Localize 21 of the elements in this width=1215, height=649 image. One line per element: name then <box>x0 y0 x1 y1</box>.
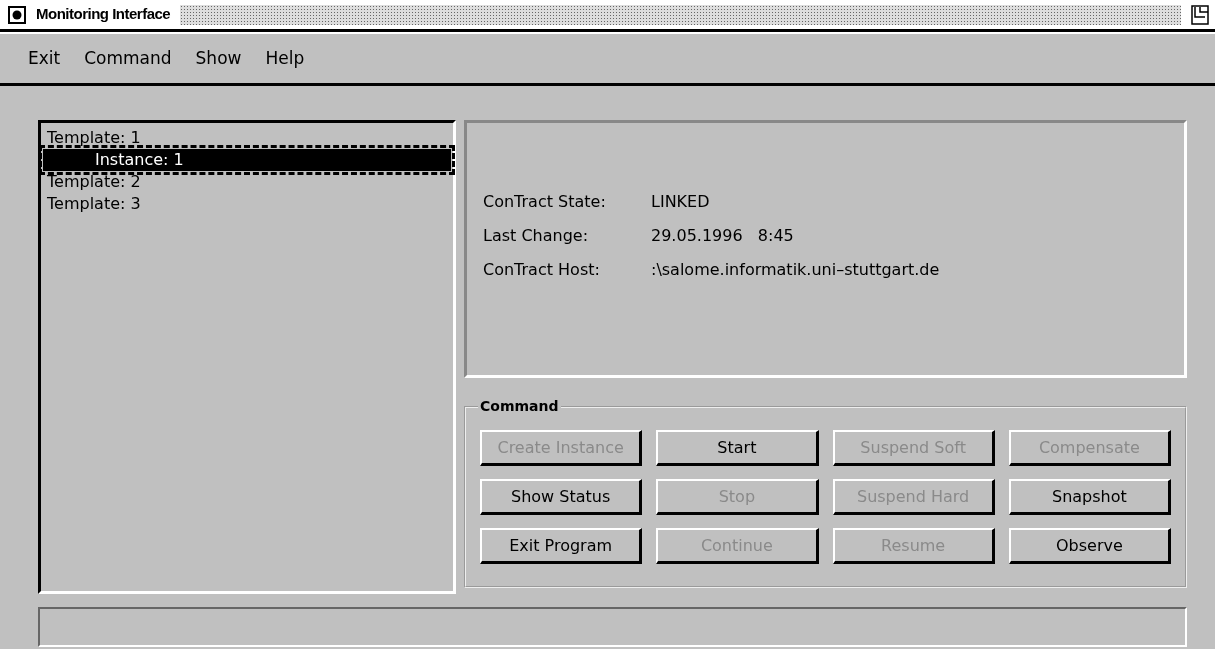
window-title: Monitoring Interface <box>36 4 171 25</box>
tree-item[interactable]: Template: 1 <box>43 127 451 149</box>
menu-item[interactable]: Show <box>183 45 254 72</box>
command-button[interactable]: Exit Program <box>480 528 643 564</box>
menu-item[interactable]: Command <box>72 45 184 72</box>
command-button[interactable]: Observe <box>1008 528 1171 564</box>
command-button[interactable]: Start <box>656 430 819 466</box>
maximize-icon[interactable] <box>1191 4 1209 25</box>
field-label: ConTract State: <box>483 191 607 213</box>
menu-item[interactable]: Exit <box>16 45 73 72</box>
command-button[interactable]: Show Status <box>480 479 643 515</box>
field-value: :\salome.informatik.uni–stuttgart.de <box>651 259 941 281</box>
menu-item[interactable]: Help <box>253 45 317 72</box>
field-value: LINKED <box>651 191 711 213</box>
tree-item[interactable]: Template: 2 <box>43 171 451 193</box>
field-label: ConTract Host: <box>483 259 601 281</box>
field-value: 29.05.1996 8:45 <box>651 225 795 247</box>
field-label: Last Change: <box>483 225 590 247</box>
command-button[interactable]: Snapshot <box>1008 479 1171 515</box>
window-menu-icon[interactable] <box>8 5 26 24</box>
tree-item[interactable]: Template: 3 <box>43 193 451 215</box>
